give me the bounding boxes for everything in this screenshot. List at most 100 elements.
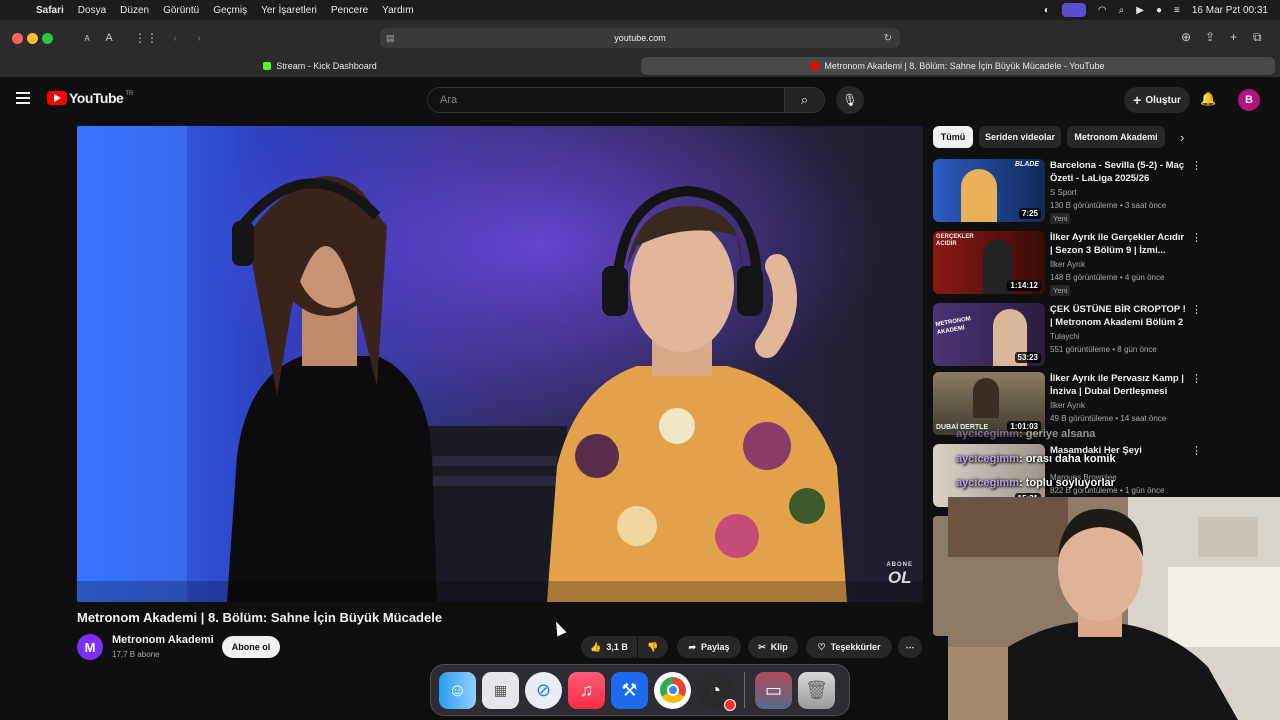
account-avatar[interactable]: B (1238, 89, 1260, 111)
chrome-icon[interactable] (654, 671, 691, 709)
menu-file[interactable]: Dosya (78, 5, 106, 16)
control-center-icon[interactable]: ≡ (1174, 5, 1180, 16)
finder-icon[interactable]: ☺ (439, 671, 476, 709)
menu-bookmarks[interactable]: Yer İşaretleri (261, 5, 317, 16)
tabs-icon[interactable]: ⧉ (1253, 30, 1262, 45)
menu-icon[interactable] (16, 92, 30, 104)
more-options-icon[interactable]: ⋮ (1191, 159, 1202, 172)
macos-menubar: Safari Dosya Düzen Görüntü Geçmiş Yer İş… (0, 0, 1280, 20)
recommendation-thumbnail-partial[interactable] (933, 516, 949, 636)
recommendation-item[interactable]: METRONOM AKADEMİ 53:23 ÇEK ÜSTÜNE BİR CR… (933, 303, 1263, 369)
dislike-button[interactable]: 👎 (638, 636, 668, 658)
music-icon[interactable]: ♫ (568, 671, 605, 709)
chat-message: aycicegimm: toplu soyluyorlar (956, 477, 1115, 489)
share-icon[interactable]: ⇪ (1205, 30, 1215, 44)
subscribe-button[interactable]: Abone ol (222, 636, 280, 658)
menu-help[interactable]: Yardım (382, 5, 414, 16)
mic-icon[interactable]: 🎙 (836, 86, 864, 114)
font-smaller-button[interactable]: A (78, 27, 96, 49)
safari-icon[interactable]: ⊘ (525, 671, 562, 709)
new-tab-icon[interactable]: + (1230, 30, 1237, 44)
address-bar[interactable]: ▤ youtube.com ↻ (380, 28, 900, 48)
youtube-logo[interactable]: YouTube TR (47, 90, 133, 106)
close-window-button[interactable] (12, 33, 23, 44)
menu-app-name[interactable]: Safari (36, 5, 64, 16)
siri-icon[interactable]: ● (1156, 5, 1162, 16)
channel-name[interactable]: Metronom Akademi (112, 634, 214, 646)
recommendation-channel[interactable]: S Sport (1050, 188, 1077, 197)
recommendation-channel[interactable]: İlker Ayrık (1050, 401, 1085, 410)
recommendation-channel[interactable]: Tulaychi (1050, 332, 1080, 341)
reload-icon[interactable]: ↻ (884, 33, 892, 44)
video-frame (77, 126, 923, 602)
new-badge: Yeni (1050, 285, 1071, 296)
thumbs-up-icon: 👍 (590, 641, 602, 652)
menubar-clock[interactable]: 16 Mar Pzt 00:31 (1192, 5, 1268, 16)
more-actions-icon[interactable]: ⋯ (898, 636, 922, 658)
recommendation-title[interactable]: İlker Ayrık ile Pervasız Kamp | İnziva |… (1050, 372, 1188, 398)
share-button[interactable]: ➦ Paylaş (677, 636, 741, 658)
menu-edit[interactable]: Düzen (120, 5, 149, 16)
launchpad-icon[interactable]: ▦ (482, 671, 519, 709)
chevron-right-icon[interactable]: › (1180, 130, 1184, 145)
create-button[interactable]: + Oluştur (1124, 87, 1190, 113)
chat-message: aycicegimm: geriye alsana (956, 428, 1095, 440)
youtube-play-icon (47, 91, 67, 105)
recommendation-thumbnail[interactable]: GERÇEKLER ACIDIR 1:14:12 (933, 231, 1045, 294)
more-options-icon[interactable]: ⋮ (1191, 372, 1202, 385)
more-options-icon[interactable]: ⋮ (1191, 444, 1202, 457)
menu-window[interactable]: Pencere (331, 5, 368, 16)
downloads-icon[interactable]: ⊕ (1181, 30, 1191, 44)
font-larger-button[interactable]: A (100, 27, 118, 49)
dock-separator (744, 672, 745, 708)
wifi-icon[interactable]: ◠ (1098, 5, 1107, 16)
channel-avatar[interactable]: M (77, 634, 103, 660)
chip-channel[interactable]: Metronom Akademi (1067, 126, 1165, 148)
watermark-bottom: OL (887, 568, 912, 587)
trash-icon[interactable]: 🗑 (798, 671, 835, 709)
recommendation-thumbnail[interactable]: DUBAİ DERTLE 1:01:03 (933, 372, 1045, 435)
recommendation-title[interactable]: İlker Ayrık ile Gerçekler Acıdır | Sezon… (1050, 231, 1188, 257)
chip-series-videos[interactable]: Seriden videolar (979, 126, 1061, 148)
like-button[interactable]: 👍 3,1 B (581, 636, 637, 658)
recommendation-channel[interactable]: İlker Ayrık (1050, 260, 1085, 269)
menu-history[interactable]: Geçmiş (213, 5, 247, 16)
chip-all[interactable]: Tümü (933, 126, 973, 148)
clip-button[interactable]: ✂ Klip (748, 636, 798, 658)
heart-dollar-icon: ♡ (817, 641, 826, 652)
zoom-window-button[interactable] (42, 33, 53, 44)
recommendation-title[interactable]: ÇEK ÜSTÜNE BİR CROPTOP ! | Metronom Akad… (1050, 303, 1188, 329)
tab-youtube-active[interactable]: Metronom Akademi | 8. Bölüm: Sahne İçin … (641, 57, 1275, 75)
folder-icon[interactable]: ▭ (755, 671, 792, 709)
screen-record-icon[interactable] (1061, 3, 1086, 17)
recommendation-thumbnail[interactable]: BLADE 7:25 (933, 159, 1045, 222)
thumb-caption: GERÇEKLER ACIDIR (936, 234, 974, 247)
search-input[interactable]: Ara (427, 87, 785, 113)
chat-username: aycicegimm (956, 428, 1019, 440)
xcode-icon[interactable]: ⚒ (611, 671, 648, 709)
thumb-caption: METRONOM AKADEMİ (935, 316, 972, 337)
tab-kick-dashboard[interactable]: Stream - Kick Dashboard (6, 57, 634, 75)
play-status-icon[interactable]: ▶ (1136, 5, 1144, 16)
spotlight-icon[interactable]: ⌕ (1119, 5, 1125, 16)
mouse-cursor-icon (551, 619, 567, 637)
more-options-icon[interactable]: ⋮ (1191, 303, 1202, 316)
obs-icon[interactable]: ◔ (697, 671, 736, 711)
forward-icon[interactable]: › (190, 27, 208, 49)
video-player[interactable]: ABONE OL (77, 126, 923, 602)
recommendation-thumbnail[interactable]: METRONOM AKADEMİ 53:23 (933, 303, 1045, 366)
minimize-window-button[interactable] (27, 33, 38, 44)
back-icon[interactable]: ‹ (166, 27, 184, 49)
sync-icon[interactable]: ◐ (1044, 5, 1050, 16)
new-badge: Yeni (1050, 213, 1071, 224)
more-options-icon[interactable]: ⋮ (1191, 231, 1202, 244)
recommendation-item[interactable]: BLADE 7:25 Barcelona - Sevilla (5-2) - M… (933, 159, 1263, 225)
recommendation-title[interactable]: Barcelona - Sevilla (5-2) - Maç Özeti - … (1050, 159, 1188, 185)
page-menu-icon[interactable]: ▤ (386, 33, 395, 44)
search-icon[interactable]: ⌕ (785, 87, 825, 113)
recommendation-item[interactable]: GERÇEKLER ACIDIR 1:14:12 İlker Ayrık ile… (933, 231, 1263, 297)
notifications-bell-icon[interactable]: 🔔 (1200, 91, 1216, 107)
tab-overview-icon[interactable]: ⋮⋮ (134, 27, 158, 49)
menu-view[interactable]: Görüntü (163, 5, 199, 16)
thanks-button[interactable]: ♡ Teşekkürler (806, 636, 892, 658)
